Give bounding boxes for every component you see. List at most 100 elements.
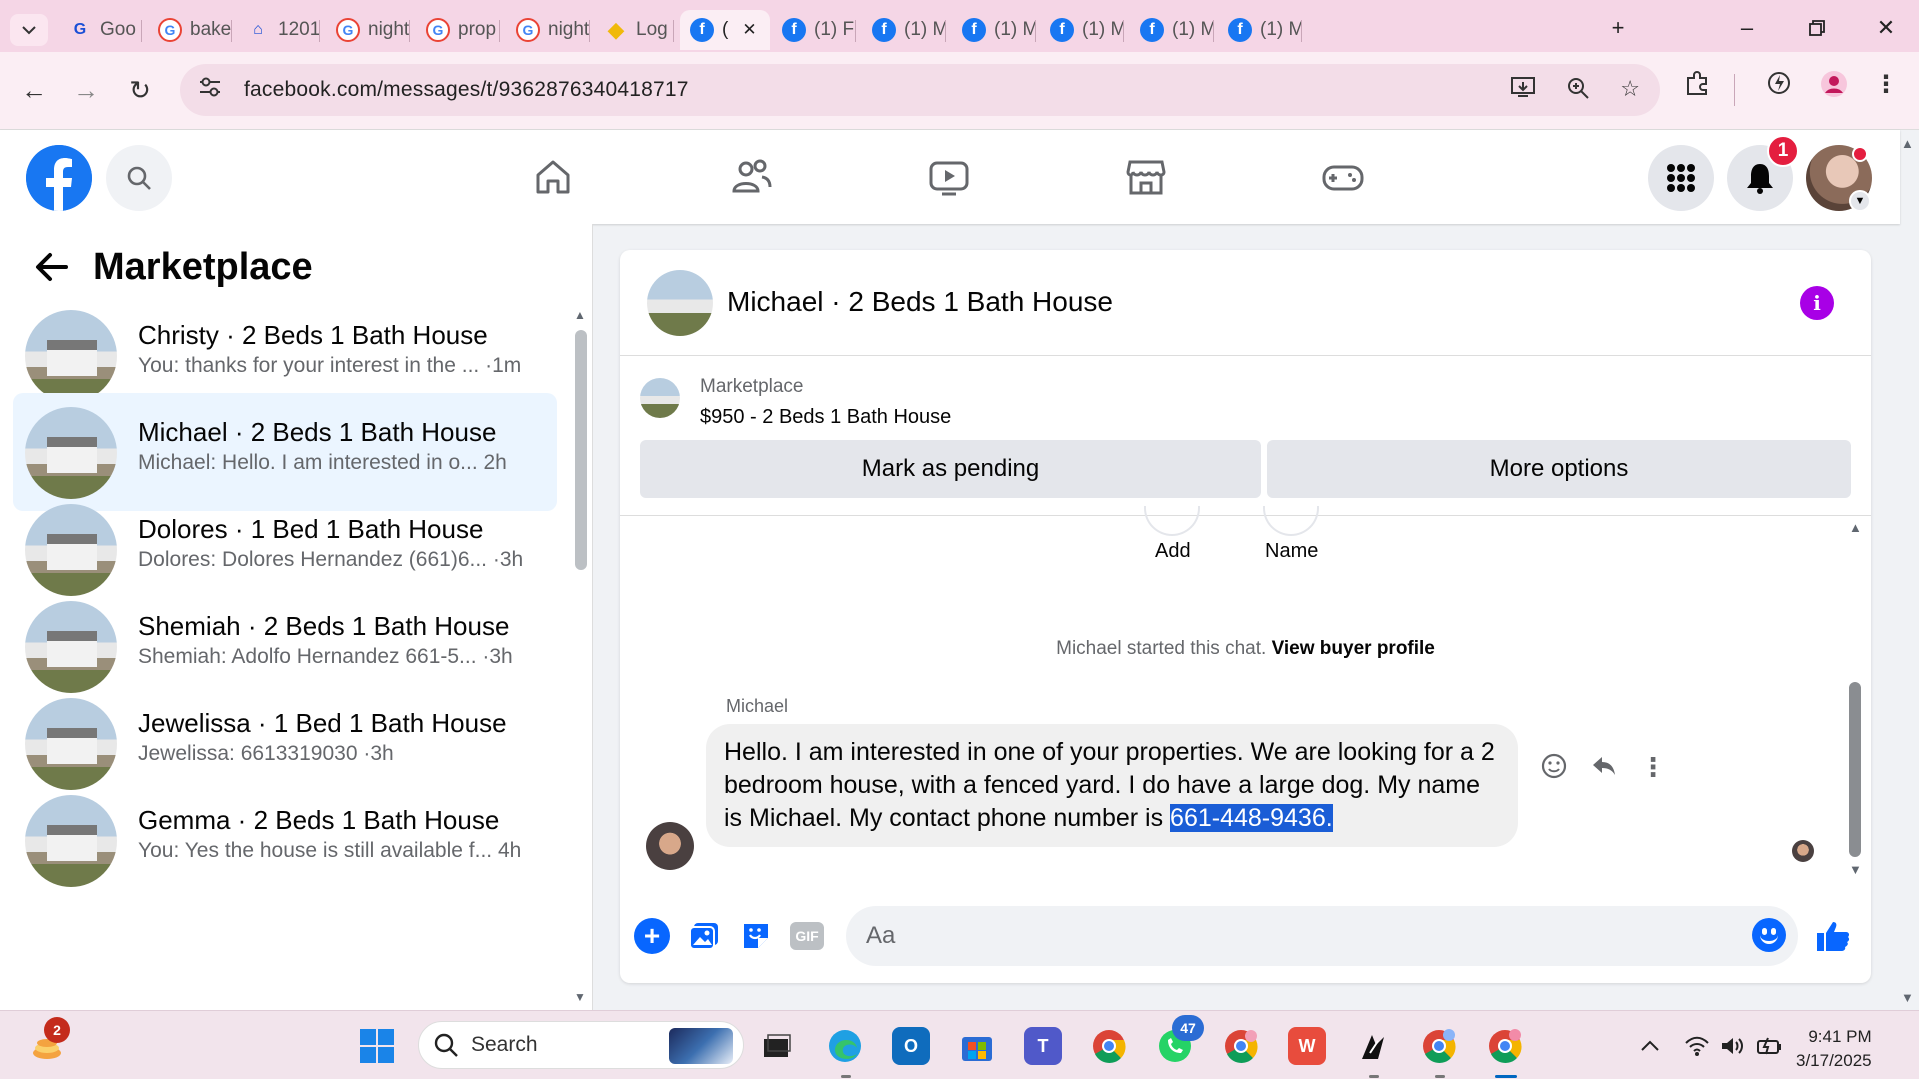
gif-icon[interactable]: GIF [790, 922, 824, 950]
menu-button[interactable] [1648, 145, 1714, 211]
browser-tab[interactable]: f (1) M [1130, 10, 1214, 50]
chat-scroll-up-arrow[interactable]: ▲ [1849, 520, 1862, 535]
volume-icon[interactable] [1720, 1035, 1746, 1063]
mark-as-pending-button[interactable]: Mark as pending [640, 440, 1261, 498]
performance-icon[interactable] [1766, 70, 1792, 103]
tab-separator [319, 20, 320, 42]
conversation-item[interactable]: Gemma · 2 Beds 1 Bath House You: Yes the … [13, 781, 557, 899]
page-scroll-up-arrow[interactable]: ▲ [1901, 136, 1914, 151]
reply-icon[interactable] [1590, 752, 1618, 787]
listing-thumbnail[interactable] [640, 378, 680, 418]
nav-friends[interactable] [721, 152, 781, 202]
edge-icon[interactable] [826, 1027, 864, 1065]
url-text[interactable]: facebook.com/messages/t/9362876340418717 [244, 78, 689, 102]
nav-home[interactable] [523, 152, 583, 202]
more-icon[interactable]: ⋮ [1640, 752, 1666, 787]
browser-tab[interactable]: f (1) M [862, 10, 946, 50]
info-icon[interactable]: i [1800, 286, 1834, 320]
omnibox[interactable]: facebook.com/messages/t/9362876340418717… [180, 64, 1660, 116]
chat-scroll-down-arrow[interactable]: ▼ [1849, 862, 1862, 877]
browser-tab[interactable]: Gnight [506, 10, 590, 50]
extensions-icon[interactable] [1684, 70, 1710, 103]
show-hidden-icons[interactable] [1640, 1035, 1660, 1058]
browser-tab[interactable]: Gprop [416, 10, 500, 50]
more-options-button[interactable]: More options [1267, 440, 1851, 498]
back-arrow-icon[interactable] [34, 252, 68, 291]
browser-tab[interactable]: Gnight [326, 10, 410, 50]
new-tab-button[interactable]: + [1598, 8, 1638, 48]
outlook-icon[interactable]: O [892, 1027, 930, 1065]
teams-icon[interactable]: T [1024, 1027, 1062, 1065]
chrome-work-icon[interactable] [1420, 1027, 1458, 1065]
install-app-icon[interactable] [1510, 76, 1536, 106]
task-view-icon[interactable] [758, 1027, 796, 1065]
react-icon[interactable] [1540, 752, 1568, 787]
site-info-icon[interactable] [198, 76, 228, 104]
name-action-circle[interactable] [1263, 506, 1319, 536]
browser-tab[interactable]: f (1) Fa [772, 10, 856, 50]
message-highlighted-phone[interactable]: 661-448-9436. [1170, 804, 1333, 832]
browser-tab[interactable]: f (1) M [1218, 10, 1302, 50]
browser-tab[interactable]: ⌂ 1201 [236, 10, 320, 50]
chat-title[interactable]: Michael · 2 Beds 1 Bath House [727, 286, 1113, 318]
forward-button[interactable]: → [66, 70, 106, 110]
list-scrollbar[interactable] [575, 330, 587, 570]
tab-separator [409, 20, 410, 42]
minimize-button[interactable]: – [1727, 8, 1767, 48]
reload-button[interactable]: ↻ [120, 70, 160, 110]
browser-tab[interactable]: Gbake [148, 10, 232, 50]
microsoft-store-icon[interactable] [958, 1027, 996, 1065]
add-label[interactable]: Add [1155, 540, 1191, 563]
browser-tab[interactable]: f (1) M [1040, 10, 1124, 50]
start-button[interactable] [358, 1027, 396, 1065]
page-scroll-down-arrow[interactable]: ▼ [1901, 990, 1914, 1005]
facebook-logo[interactable] [26, 145, 92, 211]
wifi-icon[interactable] [1684, 1035, 1710, 1063]
close-tab-icon[interactable]: ✕ [742, 20, 756, 40]
browser-tab[interactable]: f (1) M [952, 10, 1036, 50]
list-scroll-down-arrow[interactable]: ▼ [574, 990, 586, 1004]
name-label[interactable]: Name [1265, 540, 1318, 563]
taskbar-search[interactable]: Search [418, 1021, 744, 1069]
chat-avatar[interactable] [647, 270, 713, 336]
nav-video[interactable] [919, 152, 979, 202]
thumbs-up-icon[interactable] [1815, 918, 1851, 954]
chrome-profile-icon[interactable] [1222, 1027, 1260, 1065]
emoji-icon[interactable] [1752, 918, 1786, 952]
bookmark-star-icon[interactable]: ☆ [1620, 76, 1640, 106]
wps-office-icon[interactable]: W [1288, 1027, 1326, 1065]
nav-marketplace[interactable] [1116, 152, 1176, 202]
restore-button[interactable] [1797, 8, 1837, 48]
add-action-circle[interactable] [1144, 506, 1200, 536]
browser-tab[interactable]: ◆ Log i [594, 10, 674, 50]
facebook-search-button[interactable] [106, 145, 172, 211]
list-scroll-up-arrow[interactable]: ▲ [574, 308, 586, 322]
chrome-icon[interactable] [1090, 1027, 1128, 1065]
back-button[interactable]: ← [14, 70, 54, 110]
tab-search-button[interactable] [10, 14, 48, 46]
message-input[interactable]: Aa [846, 906, 1798, 966]
close-window-button[interactable]: ✕ [1866, 8, 1906, 48]
listing-title[interactable]: $950 - 2 Beds 1 Bath House [700, 406, 951, 429]
facebook-icon: f [962, 18, 986, 42]
message-bubble[interactable]: Hello. I am interested in one of your pr… [706, 724, 1518, 847]
plus-icon[interactable]: + [634, 918, 670, 954]
sticker-icon[interactable] [738, 918, 774, 954]
chat-scrollbar[interactable] [1849, 682, 1861, 857]
sender-avatar[interactable] [646, 822, 694, 870]
view-buyer-profile-link[interactable]: View buyer profile [1272, 638, 1435, 659]
zoom-icon[interactable] [1566, 76, 1590, 106]
account-chevron-icon[interactable]: ▼ [1849, 190, 1871, 212]
browser-tab[interactable]: G Goo [58, 10, 142, 50]
chrome-active-icon[interactable] [1486, 1027, 1524, 1065]
battery-icon[interactable] [1756, 1035, 1784, 1063]
browser-tab[interactable]: f (✕ [680, 10, 770, 50]
binance-icon: ◆ [607, 17, 625, 42]
app-icon[interactable] [1354, 1027, 1392, 1065]
widgets-badge: 2 [44, 1017, 70, 1043]
profile-icon[interactable] [1820, 70, 1848, 105]
photo-icon[interactable] [686, 918, 722, 954]
system-clock[interactable]: 9:41 PM 3/17/2025 [1796, 1025, 1872, 1073]
chrome-menu-icon[interactable]: ⋮ [1874, 70, 1898, 99]
nav-gaming[interactable] [1313, 152, 1373, 202]
